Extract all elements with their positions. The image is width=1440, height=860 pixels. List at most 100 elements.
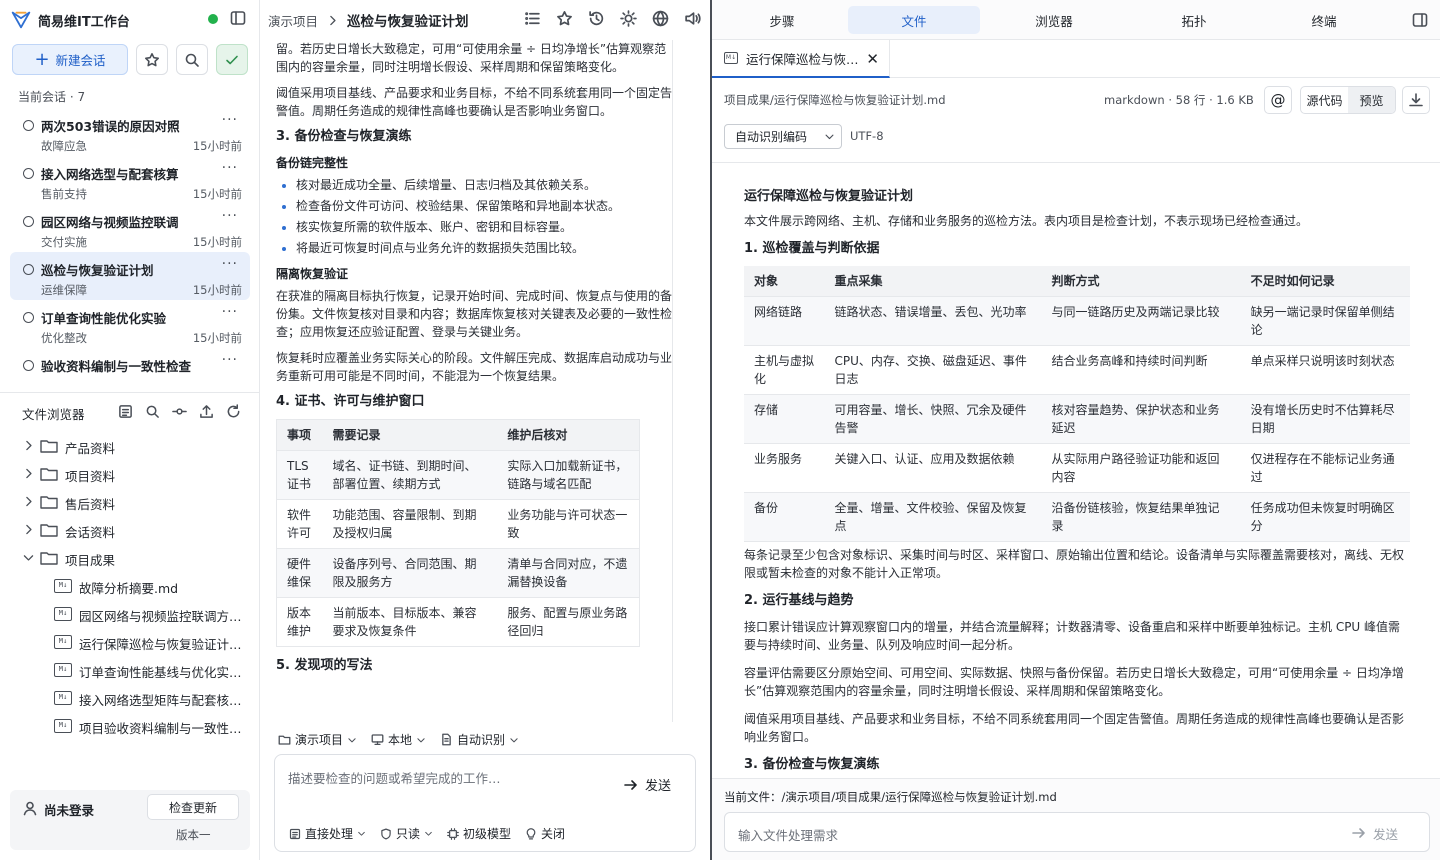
table-cell: 核对容量趋势、保护状态和业务延迟 [1041, 394, 1241, 444]
file-meta: markdown · 58 行 · 1.6 KB [1104, 93, 1254, 107]
commit-icon[interactable] [172, 404, 187, 419]
star-icon[interactable] [556, 10, 573, 27]
tree-file-item[interactable]: M↓ 运行保障巡检与恢复验证计划.md [0, 628, 259, 656]
history-icon[interactable] [588, 10, 605, 27]
more-icon[interactable]: ··· [222, 112, 238, 128]
star-icon [144, 52, 160, 68]
table-cell: 单点采样只说明该时刻状态 [1240, 345, 1410, 395]
tree-folder-item[interactable]: 产品资料 [0, 432, 259, 460]
folder-icon [40, 438, 58, 454]
more-icon[interactable]: ··· [222, 208, 238, 224]
table-cell: 实际入口加载新证书，链路与域名匹配 [497, 450, 640, 500]
file-request-placeholder[interactable]: 输入文件处理需求 [738, 825, 838, 844]
chevron-right-icon [22, 439, 35, 452]
search-icon [184, 52, 200, 68]
permission-option[interactable]: 只读 [380, 825, 433, 842]
tree-item-label: 售后资料 [65, 497, 116, 512]
session-time: 15小时前 [192, 187, 242, 201]
project-selector[interactable]: 演示项目 [278, 731, 357, 748]
folder-icon [40, 550, 58, 566]
session-item[interactable]: 园区网络与视频监控联调 交付实施 15小时前 ··· [10, 204, 250, 252]
upload-icon[interactable] [199, 404, 214, 419]
file-request-input[interactable]: 输入文件处理需求 发送 [724, 812, 1430, 852]
search-sessions-button[interactable] [176, 44, 208, 75]
more-icon[interactable]: ··· [222, 256, 238, 272]
table-row: 硬件维保 设备序列号、合同范围、期限及服务方 清单与合同对应，不遗漏替换设备 [276, 548, 640, 598]
workspace-tab[interactable]: 终端 [1258, 6, 1390, 34]
more-icon[interactable]: ··· [222, 304, 238, 320]
check-update-button[interactable]: 检查更新 [147, 794, 239, 820]
tree-folder-item[interactable]: 售后资料 [0, 488, 259, 516]
close-icon[interactable]: ✕ [866, 50, 879, 68]
chat-input-placeholder[interactable]: 描述要检查的问题或希望完成的工作… [288, 768, 501, 787]
process-mode-option[interactable]: 直接处理 [289, 825, 366, 842]
file-send-button[interactable]: 发送 [1351, 821, 1398, 845]
refresh-icon[interactable] [226, 404, 241, 419]
workspace-tab[interactable]: 步骤 [716, 6, 848, 34]
markdown-file-icon: M↓ [54, 579, 72, 593]
workspace-tab[interactable]: 文件 [848, 6, 980, 34]
speaker-icon[interactable] [684, 10, 701, 27]
mode-selector[interactable]: 自动识别 [440, 731, 519, 748]
session-item[interactable]: 验收资料编制与一致性检查交付验收 15小时前 ··· [10, 348, 250, 380]
workspace-tab[interactable]: 浏览器 [988, 6, 1120, 34]
file-tabs: M↓ 运行保障巡检与恢… ✕ [712, 40, 1440, 78]
select-mode-button[interactable] [216, 44, 248, 75]
more-icon[interactable]: ··· [222, 160, 238, 176]
tree-file-item[interactable]: M↓ 故障分析摘要.md [0, 572, 259, 600]
tree-file-item[interactable]: M↓ 项目验收资料编制与一致性检查.md [0, 712, 259, 740]
table-cell: 业务功能与许可状态一致 [497, 499, 640, 549]
favorites-button[interactable] [136, 44, 168, 75]
sidebar-toggle-icon[interactable] [230, 10, 246, 26]
tree-item-label: 订单查询性能基线与优化实验.md [79, 665, 251, 680]
user-name: 尚未登录 [44, 803, 95, 818]
download-button[interactable] [1402, 86, 1430, 114]
session-item[interactable]: 接入网络选型与配套核算 售前支持 15小时前 ··· [10, 156, 250, 204]
sidebar-divider [0, 392, 259, 393]
paragraph: 在获准的隔离目标执行恢复，记录开始时间、完成时间、恢复点与使用的备份集。文件恢复… [276, 289, 672, 339]
chat-composer[interactable]: 描述要检查的问题或希望完成的工作… 发送 直接处理 只读 初级模型 关闭 [274, 754, 696, 852]
model-option[interactable]: 初级模型 [447, 825, 511, 842]
table-cell: 链路状态、错误增量、丢包、光功率 [824, 296, 1042, 346]
workspace-tab[interactable]: 拓扑 [1128, 6, 1260, 34]
chat-scrollbar[interactable] [672, 40, 673, 722]
session-item[interactable]: 巡检与恢复验证计划 运维保障 15小时前 ··· [10, 252, 250, 300]
file-tab-active[interactable]: M↓ 运行保障巡检与恢… ✕ [712, 40, 890, 78]
encoding-select[interactable]: 自动识别编码 [724, 124, 842, 149]
session-item[interactable]: 订单查询性能优化实验 优化整改 15小时前 ··· [10, 300, 250, 348]
session-category: 故障应急 [41, 139, 87, 153]
file-search-icon[interactable] [145, 404, 160, 419]
new-chat-button[interactable]: + 新建会话 [12, 44, 128, 75]
table-row: 存储 可用容量、增长、快照、冗余及硬件告警 核对容量趋势、保护状态和业务延迟 没有增长… [744, 394, 1410, 444]
tree-file-item[interactable]: M↓ 接入网络选型矩阵与配套核算.md [0, 684, 259, 712]
table-cell: TLS 证书 [276, 450, 323, 500]
tree-folder-item[interactable]: 会话资料 [0, 516, 259, 544]
chat-send-button[interactable]: 发送 [623, 775, 671, 794]
tree-item-label: 项目资料 [65, 469, 116, 484]
location-selector[interactable]: 本地 [371, 731, 426, 748]
view-source-button[interactable]: 源代码 [1301, 87, 1348, 113]
chevron-down-icon [824, 131, 835, 142]
folder-icon [40, 494, 58, 510]
table-header-cell: 事项 [276, 419, 323, 451]
tree-folder-item[interactable]: 项目资料 [0, 460, 259, 488]
session-title: 两次503错误的原因对照 [41, 119, 180, 134]
more-icon[interactable]: ··· [222, 352, 238, 368]
theme-sun-icon[interactable] [620, 10, 637, 27]
globe-icon[interactable] [652, 10, 669, 27]
tree-file-item[interactable]: M↓ 园区网络与视频监控联调方案.md [0, 600, 259, 628]
panel-toggle-icon[interactable] [1412, 12, 1428, 28]
file-list-icon[interactable] [118, 404, 133, 419]
breadcrumb-root[interactable]: 演示项目 [268, 11, 318, 30]
outline-list-icon[interactable] [524, 10, 541, 27]
session-item[interactable]: 两次503错误的原因对照 故障应急 15小时前 ··· [10, 108, 250, 156]
file-browser-title: 文件浏览器 [22, 407, 85, 422]
tree-file-item[interactable]: M↓ 订单查询性能基线与优化实验.md [0, 656, 259, 684]
tree-folder-item[interactable]: 项目成果 [0, 544, 259, 572]
thinking-option[interactable]: 关闭 [525, 825, 565, 842]
chevron-right-icon [22, 523, 35, 536]
view-preview-button[interactable]: 预览 [1348, 87, 1395, 113]
table-header-cell: 需要记录 [322, 419, 498, 451]
table-cell: CPU、内存、交换、磁盘延迟、事件日志 [824, 345, 1042, 395]
mention-button[interactable]: @ [1264, 86, 1292, 114]
